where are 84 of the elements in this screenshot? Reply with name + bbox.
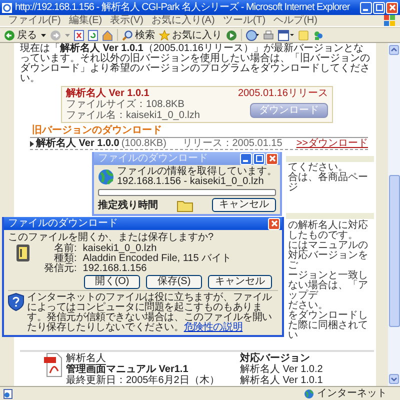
risk-link[interactable]: 危険性の説明	[184, 322, 243, 333]
text-line: の解析名人に対応したものです。	[288, 221, 369, 241]
maximize-icon	[376, 4, 382, 11]
field-value: 192.168.1.156	[82, 264, 148, 274]
scrollbar[interactable]	[388, 43, 400, 386]
window-title: http://192.168.1.156 - 解析名人 CGI-Park 名人シリーズ - Microsoft Internet Explorer	[15, 2, 351, 13]
caret-icon	[41, 34, 46, 36]
bullet-icon	[30, 140, 34, 146]
favorites-button[interactable]: お気に入り	[159, 30, 222, 40]
cancel-button[interactable]: キャンセル	[212, 198, 276, 212]
windows-logo-icon	[384, 15, 396, 26]
update-date: 最終更新日：2005年6月2日（木）	[66, 375, 220, 386]
scroll-up-icon[interactable]	[389, 45, 399, 55]
dialog-button[interactable]: 開く(O)	[84, 275, 140, 289]
section-heading: 旧バージョンのダウンロード	[32, 125, 163, 136]
release-date: リリース：2005.01.15	[182, 138, 282, 149]
globe-icon	[304, 388, 314, 398]
printer-icon[interactable]	[263, 30, 274, 40]
globe-icon	[98, 169, 114, 185]
release-date: 2005.01.16リリース	[238, 88, 328, 99]
version-name: 解析名人 Ver 1.0.1	[240, 375, 323, 386]
scrollbar-thumb[interactable]	[388, 175, 400, 327]
home-icon[interactable]	[102, 30, 113, 40]
maximize-icon	[256, 155, 262, 162]
field-label: 名前:	[53, 244, 77, 254]
menu-item[interactable]: ファイル(F)	[8, 15, 61, 26]
file-size: (100.8KB)	[121, 138, 166, 149]
field-label: 発信元:	[44, 264, 77, 274]
file-size: ファイルサイズ：108.8KB	[66, 99, 186, 110]
back-button[interactable]: 戻る	[4, 30, 37, 40]
dialog-button[interactable]: 保存(S)	[146, 275, 202, 289]
scroll-down-icon[interactable]	[389, 374, 399, 384]
close-button[interactable]	[268, 218, 280, 230]
version-name: 解析名人 Ver 1.0.2	[240, 364, 323, 375]
menu-item[interactable]: 編集(E)	[68, 15, 102, 26]
close-icon	[270, 220, 278, 227]
text-line: をダウンロードした際に同梱されてい	[288, 311, 369, 341]
manual-title[interactable]: 管理画面マニュアル Ver1.1	[66, 364, 236, 375]
field-value: kaiseki1_0_0.lzh	[82, 244, 157, 254]
shield-icon	[8, 293, 24, 311]
download-link[interactable]: >>ダウンロード	[296, 138, 368, 149]
dialog-button[interactable]: キャンセル	[208, 275, 272, 289]
caret-icon	[65, 34, 70, 36]
text-line: てください。	[288, 163, 349, 173]
version-name: 解析名人 Ver 1.0.0	[36, 138, 120, 149]
menu-item[interactable]: 表示(V)	[110, 15, 144, 26]
dialog-title: ファイルのダウンロード	[8, 218, 118, 229]
search-button[interactable]: 検索	[122, 30, 155, 40]
browser-icon	[2, 2, 12, 12]
menu-item[interactable]: お気に入り(A)	[151, 15, 215, 26]
minimize-button[interactable]	[360, 2, 372, 14]
warning-text: インターネットのファイルは役に立ちますが、ファイルによってはコンピュータに問題を起こすものもあります。発信元が信頼できない場合は、このファイルを開いたり保存したりしないでください。危険性の説明	[27, 293, 274, 333]
time-left-label: 推定残り時間	[98, 200, 158, 210]
maximize-button[interactable]	[373, 2, 385, 14]
zone-label: インターネット	[317, 388, 388, 399]
product-name: 解析名人	[66, 353, 107, 364]
search-icon	[122, 30, 133, 40]
stop-icon[interactable]	[74, 30, 84, 40]
text-line: にはマニュアルの対応バージョンをご	[288, 241, 369, 271]
field-value: Aladdin Encoded File, 115 バイト	[82, 254, 232, 264]
pdf-file-icon	[44, 353, 62, 377]
folder-icon	[177, 198, 193, 212]
version-title: 解析名人 Ver 1.0.1	[66, 88, 150, 99]
media-icon[interactable]	[226, 30, 237, 40]
dialog-question: このファイルを開くか、または保存しますか?	[8, 232, 215, 243]
menu-item[interactable]: ヘルプ(H)	[274, 15, 318, 26]
dialog-title: ファイルのダウンロード	[98, 153, 208, 164]
file-source: 192.168.1.156 - kaiseki1_0_0.lzh	[117, 177, 265, 187]
page-icon	[3, 388, 13, 398]
back-arrow-icon	[4, 30, 15, 40]
text-line: ださい。	[288, 301, 329, 311]
text-line: 合は、各商品ページ	[288, 173, 369, 193]
close-icon	[268, 155, 276, 162]
status-message: ファイルの情報を取得しています。	[117, 167, 277, 177]
close-button[interactable]	[386, 2, 398, 14]
file-name: ファイル名：kaiseki1_0_0.lzh	[66, 110, 200, 121]
star-icon	[159, 30, 170, 40]
archive-file-icon	[16, 244, 30, 262]
field-label: 種類:	[54, 254, 77, 264]
versions-heading: 対応バージョン	[240, 353, 311, 364]
close-icon	[388, 4, 396, 11]
menu-item[interactable]: ツール(T)	[222, 15, 266, 26]
text-line: ージョンと一致しない場合は、「アップデ	[288, 271, 369, 301]
refresh-icon[interactable]	[88, 30, 98, 40]
